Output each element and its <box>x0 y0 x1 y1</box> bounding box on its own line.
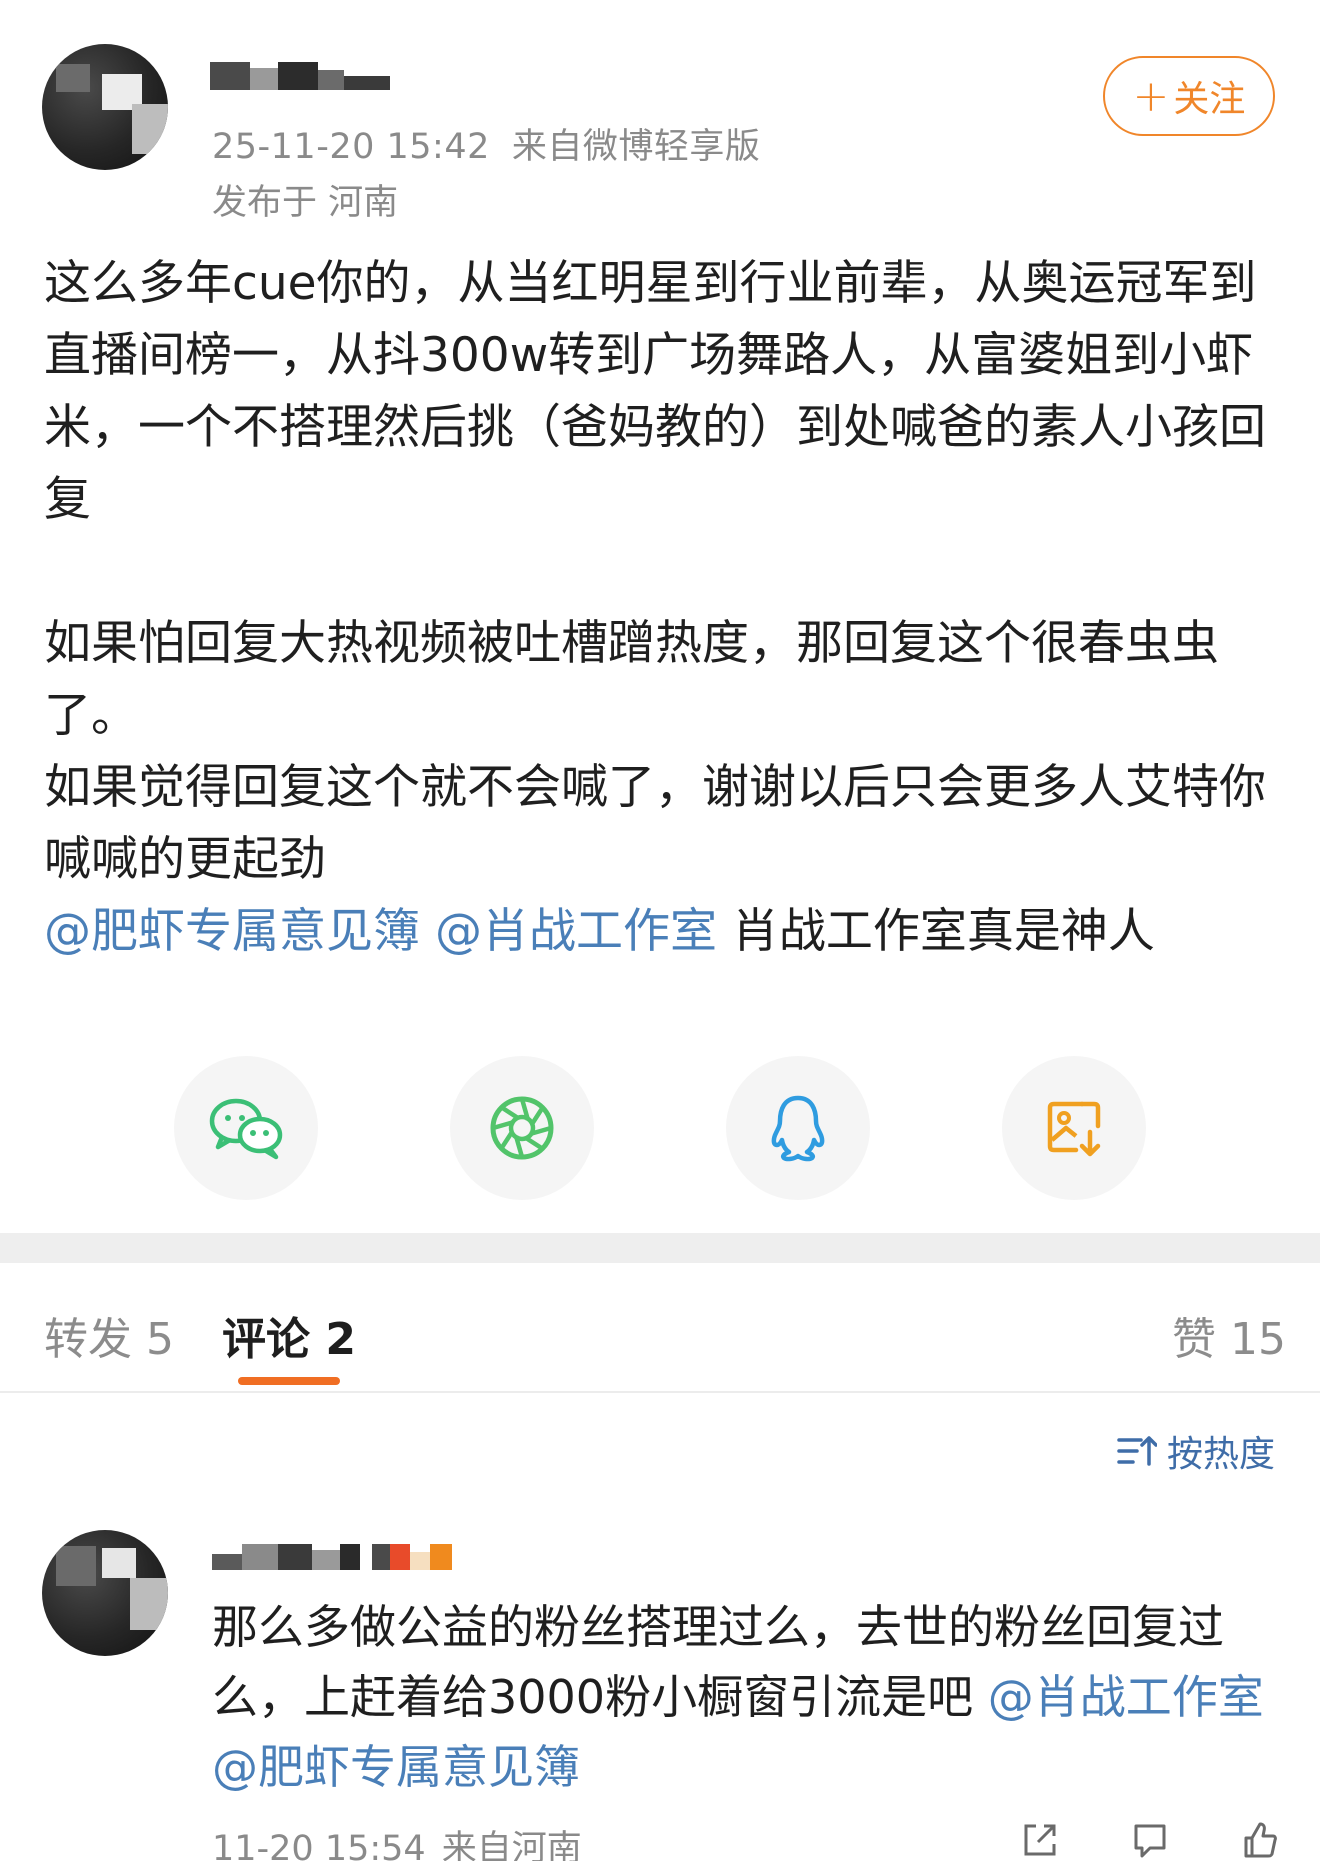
comment-text: 那么多做公益的粉丝搭理过么，去世的粉丝回复过么，上赶着给3000粉小橱窗引流是吧… <box>212 1592 1272 1802</box>
like-icon[interactable] <box>1240 1820 1280 1860</box>
author-avatar[interactable] <box>42 44 168 170</box>
author-name-redacted[interactable] <box>210 62 390 96</box>
post-header: 25-11-20 15:42 来自微博轻享版 发布于 河南 + 关注 <box>0 0 1320 223</box>
post-mentions-line: @肥虾专属意见簿 @肖战工作室 肖战工作室真是神人 <box>44 896 1284 968</box>
section-divider <box>0 1233 1320 1263</box>
avatar-mosaic <box>56 64 90 92</box>
tab-like[interactable]: 赞 15 <box>1172 1303 1286 1367</box>
commenter-avatar[interactable] <box>42 1530 168 1656</box>
post-tail-text: 肖战工作室真是神人 <box>731 904 1155 959</box>
reply-icon[interactable] <box>1130 1820 1170 1860</box>
share-wechat-button[interactable] <box>174 1056 318 1200</box>
tab-comment[interactable]: 评论 2 <box>222 1303 356 1367</box>
save-image-icon <box>1047 1101 1101 1157</box>
mention-link[interactable]: @肖战工作室 <box>988 1670 1264 1724</box>
share-qq-button[interactable] <box>726 1056 870 1200</box>
post-timestamp: 25-11-20 15:42 <box>212 127 490 167</box>
qq-icon <box>771 1095 825 1162</box>
follow-label: 关注 <box>1173 79 1246 120</box>
post-paragraph: 如果觉得回复这个就不会喊了，谢谢以后只会更多人艾特你喊喊的更起劲 <box>44 760 1266 887</box>
post-paragraph: 如果怕回复大热视频被吐槽蹭热度，那回复这个很春虫虫了。 <box>44 616 1219 743</box>
sort-toggle[interactable]: 按热度 <box>1117 1425 1275 1477</box>
post-meta: 25-11-20 15:42 来自微博轻享版 <box>212 118 760 169</box>
sort-label: 按热度 <box>1167 1434 1276 1475</box>
comment-item: 那么多做公益的粉丝搭理过么，去世的粉丝回复过么，上赶着给3000粉小橱窗引流是吧… <box>0 1520 1320 1861</box>
share-row <box>0 1056 1320 1200</box>
moments-icon <box>490 1096 554 1160</box>
post-paragraph: 这么多年cue你的，从当红明星到行业前辈，从奥运冠军到直播间榜一，从抖300w转… <box>44 256 1266 527</box>
comment-location: 来自河南 <box>441 1829 582 1861</box>
follow-button[interactable]: + 关注 <box>1103 56 1275 136</box>
post-location: 发布于 河南 <box>212 183 399 223</box>
comment-time: 11-20 15:54 <box>212 1829 426 1861</box>
plus-icon: + <box>1132 70 1170 122</box>
tab-repost[interactable]: 转发 5 <box>44 1303 174 1367</box>
comment-meta: 11-20 15:54 来自河南 <box>212 1820 582 1861</box>
mention-link[interactable]: @肥虾专属意见簿 <box>44 904 420 959</box>
comment-actions <box>1020 1820 1280 1860</box>
share-moments-button[interactable] <box>450 1056 594 1200</box>
mention-link[interactable]: @肖战工作室 <box>435 904 717 959</box>
save-image-button[interactable] <box>1002 1056 1146 1200</box>
forward-icon[interactable] <box>1020 1820 1060 1860</box>
avatar-mosaic <box>132 104 168 154</box>
mention-link[interactable]: @肥虾专属意见簿 <box>212 1740 580 1794</box>
sort-icon <box>1117 1436 1157 1466</box>
wechat-icon <box>209 1098 283 1160</box>
active-tab-indicator <box>238 1377 340 1385</box>
interaction-tabs: 转发 5 评论 2 赞 15 <box>0 1263 1320 1393</box>
commenter-name-redacted[interactable] <box>212 1544 452 1578</box>
post-source: 来自微博轻享版 <box>511 127 761 167</box>
post-body: 这么多年cue你的，从当红明星到行业前辈，从奥运冠军到直播间榜一，从抖300w转… <box>44 248 1284 968</box>
